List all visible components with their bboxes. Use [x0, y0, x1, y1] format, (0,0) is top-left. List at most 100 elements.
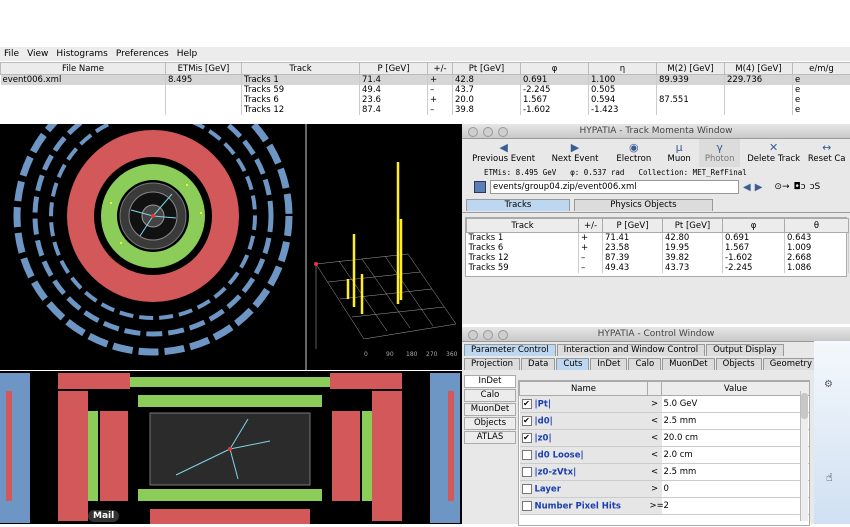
main-col-header[interactable]: φ — [521, 63, 589, 75]
cut-value[interactable]: 2.0 cm — [662, 447, 810, 464]
tab-control-1[interactable]: Interaction and Window Control — [557, 344, 705, 356]
cut-operator[interactable]: > — [648, 396, 662, 413]
subtab-calo[interactable]: Calo — [628, 358, 661, 370]
cut-row[interactable]: ✔|d0|<2.5 mm — [520, 413, 810, 430]
cut-operator[interactable]: < — [648, 447, 662, 464]
next-arrow-icon[interactable]: ▶ — [755, 182, 763, 193]
event-display-top[interactable]: 0 90 180 270 360 — [0, 124, 462, 370]
tab-tracks[interactable]: Tracks — [466, 199, 570, 211]
track-col-header[interactable]: φ — [723, 219, 785, 233]
toolbar-button-next-event[interactable]: ▶Next Event — [541, 139, 609, 167]
tab-physics-objects[interactable]: Physics Objects — [574, 199, 713, 211]
longitudinal-view[interactable] — [0, 371, 462, 524]
subtab-muondet[interactable]: MuonDet — [662, 358, 714, 370]
cut-operator[interactable]: < — [648, 464, 662, 481]
cut-value[interactable]: 2.5 mm — [662, 413, 810, 430]
subtab-cuts[interactable]: Cuts — [556, 358, 589, 370]
cut-value[interactable]: 2 — [662, 498, 810, 515]
cut-value[interactable]: 2.5 mm — [662, 464, 810, 481]
toolbar-button-reset-ca[interactable]: ↔Reset Ca — [807, 139, 846, 167]
cut-checkbox[interactable] — [522, 467, 532, 477]
cut-value[interactable]: 20.0 cm — [662, 430, 810, 447]
zoom-button[interactable] — [498, 127, 508, 137]
track-col-header[interactable]: Pt [GeV] — [663, 219, 723, 233]
main-col-header[interactable]: η — [589, 63, 657, 75]
cut-operator[interactable]: >= — [648, 498, 662, 515]
track-col-header[interactable]: Track — [467, 219, 579, 233]
table-row[interactable]: Tracks 623.6+20.01.5670.59487.551e — [1, 95, 850, 105]
subtab-data[interactable]: Data — [521, 358, 555, 370]
tool-icon[interactable]: ↄS — [810, 182, 821, 192]
tab-control-2[interactable]: Output Display — [706, 344, 784, 356]
zoom-button[interactable] — [498, 330, 508, 340]
table-row[interactable]: Tracks 12–87.3939.82-1.6022.668 — [467, 253, 849, 263]
tool-icon[interactable]: ◘ↄ — [794, 182, 806, 192]
tool-icon[interactable]: ⊙→ — [774, 182, 789, 192]
subtab-projection[interactable]: Projection — [464, 358, 520, 370]
side-tab-muondet[interactable]: MuonDet — [464, 403, 516, 416]
cut-row[interactable]: Layer>0 — [520, 481, 810, 498]
cut-row[interactable]: ✔|z0|<20.0 cm — [520, 430, 810, 447]
subtab-objects[interactable]: Objects — [716, 358, 762, 370]
side-tab-atlas[interactable]: ATLAS — [464, 431, 516, 444]
close-button[interactable] — [468, 127, 478, 137]
side-tab-calo[interactable]: Calo — [464, 389, 516, 402]
cut-checkbox[interactable] — [522, 450, 532, 460]
subtab-indet[interactable]: InDet — [590, 358, 627, 370]
side-tab-objects[interactable]: Objects — [464, 417, 516, 430]
table-row[interactable]: Tracks 59–49.4343.73-2.2451.086 — [467, 263, 849, 273]
main-col-header[interactable]: M(4) [GeV] — [725, 63, 793, 75]
close-button[interactable] — [468, 330, 478, 340]
event-path-field[interactable]: events/group04.zip/event006.xml — [490, 180, 739, 194]
main-col-header[interactable]: +/- — [428, 63, 453, 75]
event-display-bottom[interactable]: Mail — [0, 371, 462, 524]
side-tab-indet[interactable]: InDet — [464, 375, 516, 388]
table-row[interactable]: Tracks 1287.4–39.8-1.602-1.423e — [1, 105, 850, 115]
menu-preferences[interactable]: Preferences — [112, 49, 173, 59]
toolbar-button-electron[interactable]: ◉Electron — [609, 139, 659, 167]
cut-operator[interactable]: > — [648, 481, 662, 498]
dock-mail-label[interactable]: Mail — [88, 510, 119, 522]
cuts-scrollbar[interactable] — [800, 391, 808, 521]
cut-row[interactable]: ✔|Pt|>5.0 GeV — [520, 396, 810, 413]
track-col-header[interactable]: +/- — [579, 219, 603, 233]
toolbar-button-delete-track[interactable]: ✕Delete Track — [740, 139, 808, 167]
cut-checkbox[interactable]: ✔ — [522, 399, 532, 409]
cut-value[interactable]: 5.0 GeV — [662, 396, 810, 413]
network-icon[interactable]: ⚙ — [824, 379, 833, 390]
menu-help[interactable]: Help — [173, 49, 202, 59]
cut-checkbox[interactable]: ✔ — [522, 433, 532, 443]
cut-operator[interactable]: < — [648, 430, 662, 447]
cut-checkbox[interactable] — [522, 501, 532, 511]
main-col-header[interactable]: Pt [GeV] — [453, 63, 521, 75]
menu-view[interactable]: View — [23, 49, 52, 59]
toolbar-button-muon[interactable]: μMuon — [659, 139, 700, 167]
cut-checkbox[interactable] — [522, 484, 532, 494]
minimize-button[interactable] — [483, 330, 493, 340]
subtab-geometry[interactable]: Geometry — [763, 358, 819, 370]
main-col-header[interactable]: Track — [242, 63, 360, 75]
cut-row[interactable]: Number Pixel Hits>=2 — [520, 498, 810, 515]
main-col-header[interactable]: P [GeV] — [360, 63, 428, 75]
control-window-titlebar[interactable]: HYPATIA - Control Window — [462, 327, 850, 342]
table-row[interactable]: Tracks 1+71.4142.800.6910.643 — [467, 233, 849, 244]
main-col-header[interactable]: e/m/g — [793, 63, 850, 75]
minimize-button[interactable] — [483, 127, 493, 137]
toolbar-button-photon[interactable]: γPhoton — [699, 139, 740, 167]
track-col-header[interactable]: θ — [785, 219, 849, 233]
table-row[interactable]: event006.xml8.495Tracks 171.4+42.80.6911… — [1, 75, 850, 86]
table-row[interactable]: Tracks 6+23.5819.951.5671.009 — [467, 243, 849, 253]
main-col-header[interactable]: ETMis [GeV] — [166, 63, 242, 75]
cut-value[interactable]: 0 — [662, 481, 810, 498]
lego-plot[interactable]: 0 90 180 270 360 — [308, 124, 462, 370]
track-col-header[interactable]: P [GeV] — [603, 219, 663, 233]
cut-checkbox[interactable]: ✔ — [522, 416, 532, 426]
toolbar-button-previous-event[interactable]: ◀Previous Event — [466, 139, 541, 167]
menu-file[interactable]: File — [0, 49, 23, 59]
tab-control-0[interactable]: Parameter Control — [464, 344, 556, 356]
track-window-titlebar[interactable]: HYPATIA - Track Momenta Window — [462, 124, 850, 139]
cut-operator[interactable]: < — [648, 413, 662, 430]
main-col-header[interactable]: M(2) [GeV] — [657, 63, 725, 75]
prev-arrow-icon[interactable]: ◀ — [743, 182, 751, 193]
table-row[interactable]: Tracks 5949.4–43.7-2.2450.505e — [1, 85, 850, 95]
